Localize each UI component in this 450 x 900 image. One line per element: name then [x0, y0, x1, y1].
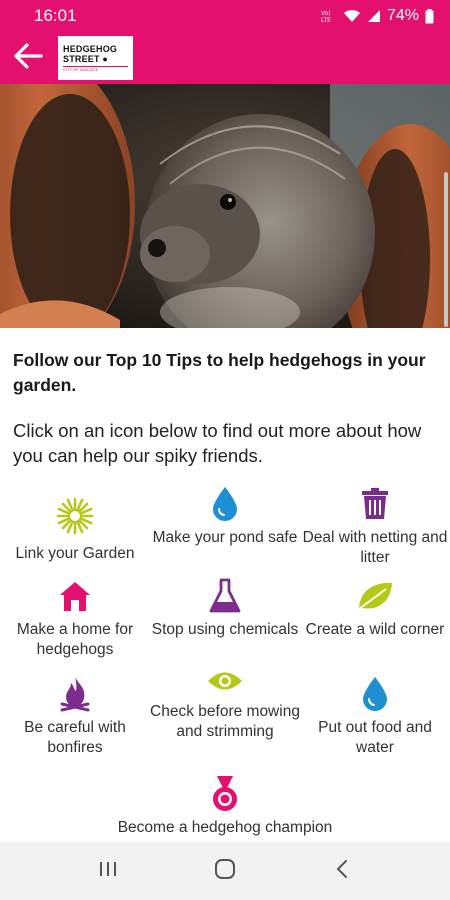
water-drop-icon: [211, 486, 239, 527]
status-icons: Vo) LTE 74%: [321, 7, 434, 25]
logo-line1: HEDGEHOG: [63, 43, 118, 54]
tip-check-before-mowing[interactable]: Check before mowing and strimming: [150, 668, 300, 742]
tip-stop-using-chemicals[interactable]: Stop using chemicals: [150, 578, 300, 640]
tip-label: Make a home for hedgehogs: [16, 621, 134, 658]
tip-make-your-pond-safe[interactable]: Make your pond safe: [150, 486, 300, 548]
tip-label: Link your Garden: [15, 545, 135, 562]
fire-icon: [59, 676, 91, 717]
tip-label: Put out food and water: [318, 719, 432, 756]
status-bar: 16:01 Vo) LTE 74%: [0, 0, 450, 32]
status-time: 16:01: [34, 6, 77, 25]
battery-icon: [425, 8, 434, 24]
tip-label: Create a wild corner: [305, 621, 445, 638]
hedgehog-logo-icon: ●: [102, 53, 109, 64]
recent-apps-icon: [97, 860, 119, 883]
hero-hedgehog-photo: [0, 84, 450, 328]
tip-label: Be careful with bonfires: [24, 719, 126, 756]
recent-apps-button[interactable]: [78, 851, 138, 891]
tip-link-your-garden[interactable]: Link your Garden: [0, 497, 150, 564]
scrollbar-thumb[interactable]: [444, 172, 448, 327]
signal-icon: [367, 9, 381, 23]
logo-sub: CITY OF WILDLIFE: [63, 65, 128, 73]
tip-create-a-wild-corner[interactable]: Create a wild corner: [300, 580, 450, 640]
wifi-icon: [343, 9, 361, 23]
svg-text:LTE: LTE: [321, 17, 331, 23]
system-nav-bar: [0, 842, 450, 900]
home-button[interactable]: [195, 851, 255, 891]
back-button[interactable]: [0, 32, 56, 84]
home-icon: [214, 858, 236, 885]
hedgehog-street-logo: HEDGEHOG STREET ● CITY OF WILDLIFE: [58, 36, 133, 80]
tip-make-a-home-for-hedgehogs[interactable]: Make a home for hedgehogs: [0, 580, 150, 660]
tip-put-out-food-and-water[interactable]: Put out food and water: [300, 676, 450, 758]
volte-icon: Vo) LTE: [321, 9, 337, 23]
eye-icon: [206, 670, 244, 697]
tip-label: Make your pond safe: [152, 529, 298, 546]
logo-line2: STREET ●: [63, 53, 109, 64]
tips-content: Follow our Top 10 Tips to help hedgehogs…: [0, 328, 450, 842]
tip-label: Deal with netting and litter: [302, 529, 448, 566]
intro-title: Follow our Top 10 Tips to help hedgehogs…: [13, 350, 426, 395]
tip-label: Check before mowing and strimming: [150, 703, 300, 740]
sun-flower-icon: [56, 497, 94, 540]
arrow-left-icon: [13, 42, 43, 74]
flask-icon: [208, 578, 242, 619]
battery-percent: 74%: [386, 7, 419, 24]
house-icon: [59, 580, 91, 617]
tip-label: Stop using chemicals: [151, 621, 299, 638]
water-drop-icon: [361, 676, 389, 717]
chevron-left-icon: [335, 859, 349, 884]
tip-be-careful-with-bonfires[interactable]: Be careful with bonfires: [0, 676, 150, 758]
svg-text:Vo): Vo): [321, 10, 331, 17]
trash-can-icon: [360, 487, 390, 525]
tip-become-a-hedgehog-champion[interactable]: Become a hedgehog champion: [75, 775, 375, 838]
tip-deal-with-netting-and-litter[interactable]: Deal with netting and litter: [300, 487, 450, 568]
leaf-icon: [356, 580, 394, 617]
app-bar: HEDGEHOG STREET ● CITY OF WILDLIFE: [0, 32, 450, 84]
medal-icon: [210, 775, 240, 817]
tip-label: Become a hedgehog champion: [117, 819, 333, 836]
intro-text: Click on an icon below to find out more …: [13, 420, 422, 466]
back-nav-button[interactable]: [312, 851, 372, 891]
